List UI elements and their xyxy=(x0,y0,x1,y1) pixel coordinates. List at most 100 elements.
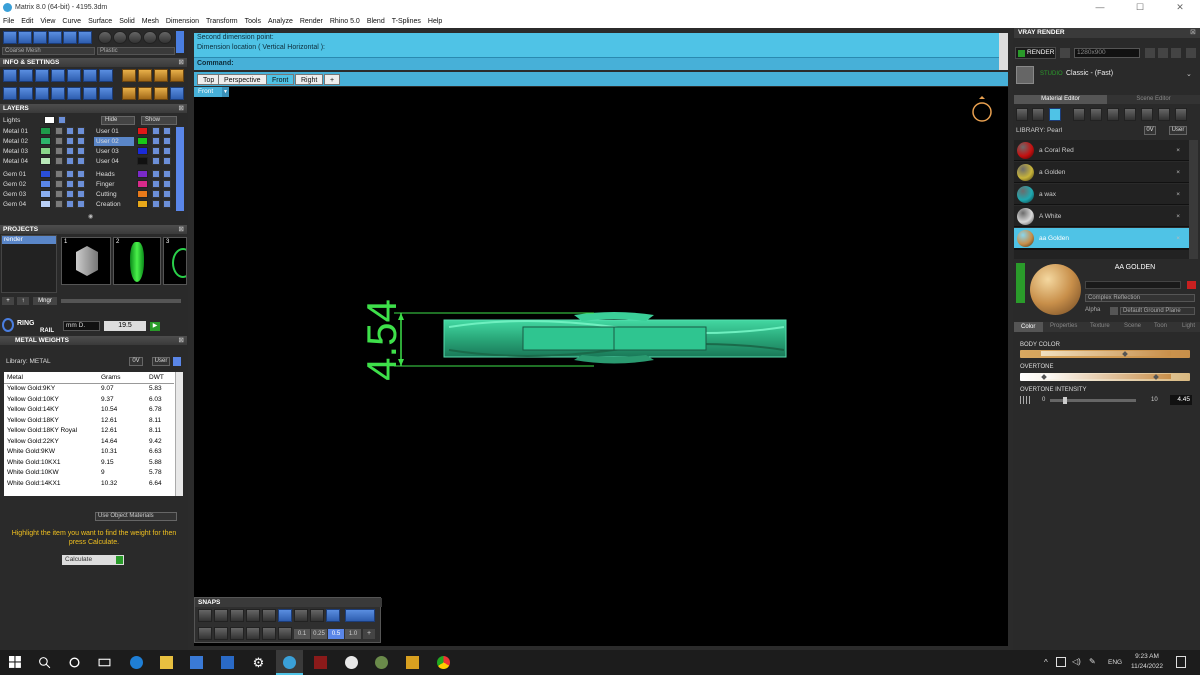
visibility-icon[interactable] xyxy=(152,190,160,198)
snap-point-icon[interactable] xyxy=(230,609,244,622)
tool-icon-16[interactable] xyxy=(67,87,81,100)
menu-edit[interactable]: Edit xyxy=(21,18,33,25)
tool-icon-14[interactable] xyxy=(35,87,49,100)
studio-select[interactable]: Classic - (Fast) xyxy=(1066,70,1113,77)
visibility-icon[interactable] xyxy=(66,170,74,178)
table-row[interactable]: Yellow Gold:10KY 9.37 6.03 xyxy=(4,395,174,406)
visibility-icon[interactable] xyxy=(152,127,160,135)
library-button[interactable] xyxy=(173,357,181,366)
app-icon-yellow[interactable] xyxy=(406,656,419,669)
lock-icon[interactable] xyxy=(55,127,63,135)
intensity-thumb[interactable] xyxy=(1063,397,1068,404)
menu-curve[interactable]: Curve xyxy=(62,18,81,25)
layer-swatch[interactable] xyxy=(40,170,51,178)
notifications-icon[interactable] xyxy=(1176,656,1186,668)
layer-toggle-icon[interactable] xyxy=(163,180,171,188)
snap-value-0.5[interactable]: 0.5 xyxy=(328,629,344,639)
play-icon[interactable]: ▶ xyxy=(150,322,160,331)
shade-mode-icon[interactable] xyxy=(33,31,47,44)
mesh-select[interactable]: Coarse Mesh xyxy=(2,47,95,55)
material-expand-icon[interactable] xyxy=(1016,263,1025,303)
tab-color[interactable]: Color xyxy=(1014,322,1043,332)
material-tool-icon-2[interactable] xyxy=(1032,108,1044,121)
close-icon[interactable]: ⊠ xyxy=(179,58,184,67)
menu-transform[interactable]: Transform xyxy=(206,18,238,25)
add-tab-button[interactable]: + xyxy=(324,74,341,85)
layer-toggle-icon[interactable] xyxy=(77,190,85,198)
library-toggle-ov[interactable]: 0V xyxy=(129,357,143,366)
close-icon[interactable]: ⊠ xyxy=(179,104,184,113)
planar-icon[interactable] xyxy=(214,627,228,640)
menu-blend[interactable]: Blend xyxy=(367,18,385,25)
ghost-mode-icon[interactable] xyxy=(48,31,62,44)
tool-icon-6[interactable] xyxy=(83,69,97,82)
material-tool-icon-8[interactable] xyxy=(1141,108,1153,121)
visibility-icon[interactable] xyxy=(152,137,160,145)
render-button[interactable]: RENDER xyxy=(1015,47,1056,59)
layer-swatch[interactable] xyxy=(137,137,148,145)
render-mode-icon[interactable] xyxy=(18,31,32,44)
sphere-material-icon[interactable] xyxy=(98,31,112,44)
snap-perp-icon[interactable] xyxy=(294,609,308,622)
filter-icon[interactable] xyxy=(278,627,292,640)
layer-swatch[interactable] xyxy=(137,127,148,135)
layer-toggle-icon[interactable] xyxy=(77,137,85,145)
tool-icon-15[interactable] xyxy=(51,87,65,100)
material-tool-icon-3[interactable] xyxy=(1049,108,1061,121)
layer-user-03[interactable]: User 03 xyxy=(96,147,119,156)
visibility-icon[interactable] xyxy=(66,127,74,135)
command-scrollbar[interactable] xyxy=(999,33,1008,70)
osnap-icon[interactable] xyxy=(230,627,244,640)
table-row[interactable]: White Gold:10KX1 9.15 5.88 xyxy=(4,458,174,469)
hide-button[interactable]: Hide xyxy=(101,116,135,125)
render-settings-icon[interactable] xyxy=(1060,48,1070,58)
layer-swatch[interactable] xyxy=(137,200,148,208)
tab-light[interactable]: Light xyxy=(1182,323,1195,329)
material-item[interactable]: a Coral Red × xyxy=(1014,140,1189,161)
expand-icon[interactable] xyxy=(1186,48,1196,58)
layer-swatch[interactable] xyxy=(137,190,148,198)
visibility-icon[interactable] xyxy=(152,157,160,165)
language-indicator[interactable]: ENG xyxy=(1108,659,1122,666)
app-icon-green[interactable] xyxy=(375,656,388,669)
library-toggle-ov[interactable]: 0V xyxy=(1144,126,1156,135)
table-scrollbar[interactable] xyxy=(175,372,183,496)
table-row[interactable]: Yellow Gold:9KY 9.07 5.83 xyxy=(4,384,174,395)
layer-toggle-icon[interactable] xyxy=(77,147,85,155)
snap-value-1.0[interactable]: 1.0 xyxy=(345,629,361,639)
unit-select[interactable]: mm D. xyxy=(63,321,100,331)
calculate-button[interactable]: Calculate xyxy=(62,555,124,565)
visibility-icon[interactable] xyxy=(66,180,74,188)
tool-icon-20[interactable] xyxy=(138,87,152,100)
tool-icon-18[interactable] xyxy=(99,87,113,100)
camera-icon[interactable] xyxy=(1171,48,1181,58)
tool-icon-11[interactable] xyxy=(170,69,184,82)
wire-mode-icon[interactable] xyxy=(63,31,77,44)
history-icon[interactable] xyxy=(262,627,276,640)
menu-surface[interactable]: Surface xyxy=(88,18,112,25)
ring-size-input[interactable]: 19.5 xyxy=(104,321,146,331)
volume-icon[interactable]: ◁) xyxy=(1072,657,1081,666)
layer-user-02[interactable]: User 02 xyxy=(94,137,134,146)
tab-material-editor[interactable]: Material Editor xyxy=(1014,95,1107,104)
layer-gem-03[interactable]: Gem 03 xyxy=(3,190,26,199)
material-item[interactable]: a Golden × xyxy=(1014,162,1189,183)
layer-metal-01[interactable]: Metal 01 xyxy=(3,127,28,136)
material-tool-icon-5[interactable] xyxy=(1090,108,1102,121)
visibility-icon[interactable] xyxy=(66,157,74,165)
menu-solid[interactable]: Solid xyxy=(119,18,135,25)
layer-swatch[interactable] xyxy=(137,170,148,178)
layer-cutting[interactable]: Cutting xyxy=(96,190,117,199)
layer-toggle-icon[interactable] xyxy=(77,180,85,188)
layer-toggle-icon[interactable] xyxy=(77,127,85,135)
snap-mid-icon[interactable] xyxy=(246,609,260,622)
maximize-button[interactable]: ☐ xyxy=(1120,0,1160,14)
widgets-icon[interactable] xyxy=(98,656,111,669)
material-select[interactable]: Plastic xyxy=(97,47,175,55)
gumball-icon[interactable] xyxy=(246,627,260,640)
alpha-toggle[interactable] xyxy=(1110,307,1118,315)
material-item[interactable]: A White × xyxy=(1014,206,1189,227)
menu-dimension[interactable]: Dimension xyxy=(166,18,199,25)
menu-view[interactable]: View xyxy=(40,18,55,25)
close-icon[interactable]: ⊠ xyxy=(179,336,184,345)
